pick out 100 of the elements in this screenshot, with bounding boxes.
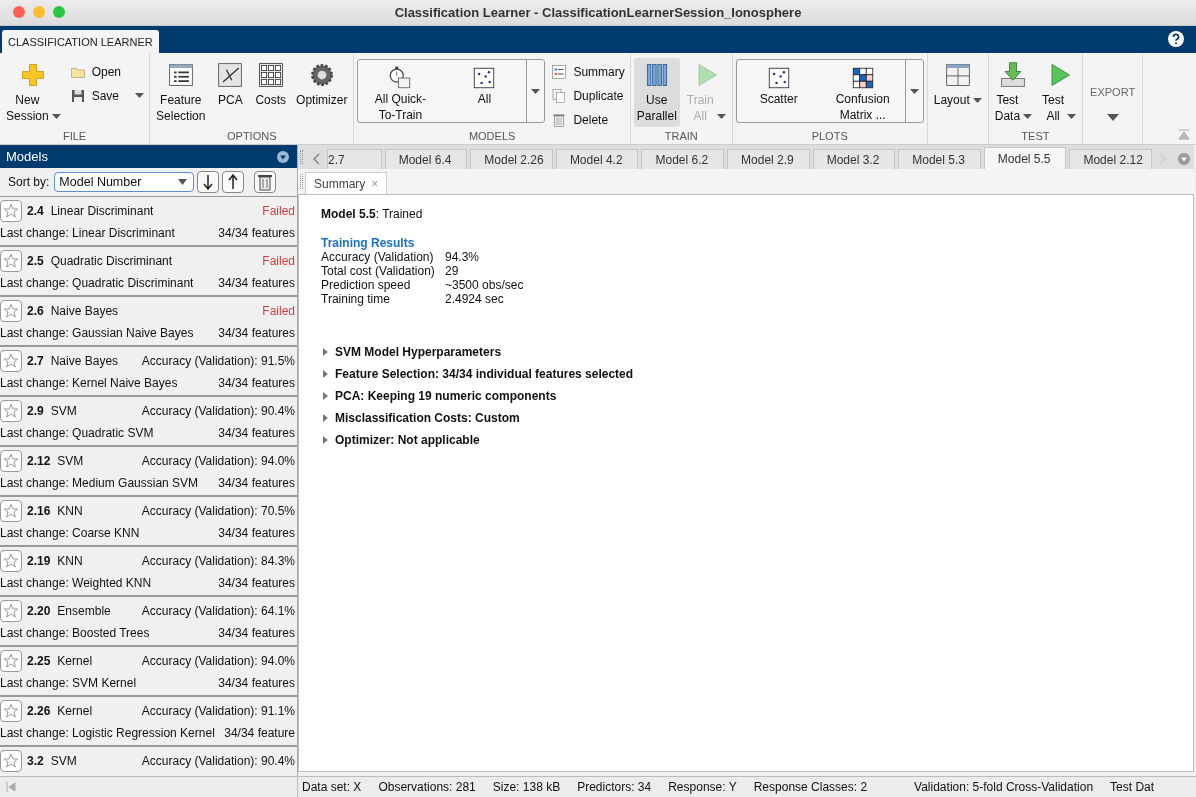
star-icon	[3, 353, 19, 369]
panel-menu-icon[interactable]	[277, 150, 289, 163]
model-status: Accuracy (Validation): 91.5%	[141, 354, 295, 368]
toolstrip-button[interactable]: Use Parallel	[633, 58, 680, 127]
star-button[interactable]	[0, 300, 22, 322]
export-menu[interactable]: EXPORT	[1086, 58, 1140, 121]
status-item: Data set: X	[302, 780, 362, 794]
first-page-icon[interactable]	[6, 782, 16, 792]
arrow-up-icon	[228, 174, 239, 190]
sort-descending-button[interactable]	[197, 171, 220, 193]
gallery-item[interactable]: All	[442, 60, 527, 122]
star-icon	[3, 203, 19, 219]
document-tab[interactable]: Model 5.3	[898, 149, 981, 169]
toolstrip-button[interactable]: New Session	[3, 58, 64, 127]
section-label: TEST	[1020, 130, 1051, 144]
model-list-item[interactable]: 2.19 KNN Accuracy (Validation): 84.3% Last change: Weighted KNN 34/34 features	[0, 547, 297, 597]
toolstrip-button[interactable]: Costs	[252, 58, 290, 126]
toolstrip-button[interactable]: Delete	[549, 110, 627, 129]
last-change: Last change: Logistic Regression Kernel	[0, 726, 215, 740]
toolstrip-button[interactable]: Optimizer	[293, 58, 351, 126]
star-button[interactable]	[0, 450, 22, 472]
feature-count: 34/34 features	[218, 326, 295, 340]
document-tab[interactable]: 2.7	[327, 149, 382, 169]
star-button[interactable]	[0, 500, 22, 522]
feature-count: 34/34 features	[218, 376, 295, 390]
collapse-icon[interactable]	[1178, 128, 1190, 140]
star-icon	[3, 753, 19, 769]
star-button[interactable]	[0, 700, 22, 722]
gallery-item[interactable]: Confusion Matrix ...	[820, 60, 905, 122]
triangle-icon	[321, 414, 329, 422]
toolstrip-button[interactable]: Save	[67, 86, 147, 105]
star-button[interactable]	[0, 400, 22, 422]
model-list-item[interactable]: 2.25 Kernel Accuracy (Validation): 94.0% Last change: SVM Kernel 34/34 features	[0, 647, 297, 697]
model-list-item[interactable]: 2.4 Linear Discriminant Failed Last change: Linear Discriminant 34/34 features	[0, 197, 297, 247]
delete-button[interactable]	[254, 171, 277, 193]
document-tab[interactable]: Model 3.2	[812, 149, 896, 169]
model-list-item[interactable]: 2.12 SVM Accuracy (Validation): 94.0% Last change: Medium Gaussian SVM 34/34 features	[0, 447, 297, 497]
section-label: PLOTS	[810, 130, 849, 144]
collapsible-section[interactable]: Optimizer: Not applicable	[321, 429, 1171, 451]
gallery-item[interactable]: Scatter	[736, 60, 821, 122]
toolstrip-button[interactable]: Test Data	[991, 58, 1036, 127]
toolstrip-button[interactable]: Test All	[1039, 58, 1080, 127]
model-number: 2.19	[27, 554, 51, 568]
model-list-item[interactable]: 2.6 Naive Bayes Failed Last change: Gaussian Naive Bayes 34/34 features	[0, 297, 297, 347]
triangle-icon	[321, 348, 329, 356]
star-button[interactable]	[0, 650, 22, 672]
ribbon-tab[interactable]: CLASSIFICATION LEARNER	[2, 30, 159, 53]
model-status: Accuracy (Validation): 84.3%	[141, 554, 295, 568]
model-list-item[interactable]: 2.9 SVM Accuracy (Validation): 90.4% Last change: Quadratic SVM 34/34 features	[0, 397, 297, 447]
close-button[interactable]	[13, 6, 25, 18]
document-tab[interactable]: Model 2.9	[727, 149, 810, 169]
toolstrip-button[interactable]: Layout	[930, 58, 985, 126]
model-list-item[interactable]: 2.7 Naive Bayes Accuracy (Validation): 91.5% Last change: Kernel Naive Bayes 34/34 features	[0, 347, 297, 397]
collapsible-section[interactable]: Misclassification Costs: Custom	[321, 407, 1171, 429]
sort-dropdown[interactable]: Model Number	[54, 172, 195, 192]
model-number: 2.7	[27, 354, 44, 368]
star-button[interactable]	[0, 350, 22, 372]
gallery-item[interactable]: All Quick-To-Train	[358, 60, 443, 122]
model-list-item[interactable]: 2.26 Kernel Accuracy (Validation): 91.1% Last change: Logistic Regression Kernel 34/34 feature	[0, 697, 297, 747]
toolstrip-button[interactable]: Summary	[549, 62, 627, 81]
download-icon	[999, 61, 1028, 89]
document-tab[interactable]: Model 5.5	[983, 147, 1067, 169]
model-type: SVM	[50, 754, 77, 768]
document-tab[interactable]: Model 6.2	[641, 149, 725, 169]
model-type: KNN	[57, 554, 83, 568]
star-button[interactable]	[0, 750, 22, 772]
summary-tab[interactable]: Summary ×	[305, 172, 388, 194]
star-icon	[3, 403, 19, 419]
toolstrip-button[interactable]: PCA	[212, 58, 249, 126]
star-button[interactable]	[0, 250, 22, 272]
document-tab[interactable]: Model 6.4	[384, 149, 468, 169]
model-number: 2.6	[27, 304, 44, 318]
model-list-item[interactable]: 2.16 KNN Accuracy (Validation): 70.5% Last change: Coarse KNN 34/34 features	[0, 497, 297, 547]
help-icon[interactable]	[1168, 31, 1184, 47]
feature-count: 34/34 features	[218, 526, 295, 540]
last-change: Last change: Linear Discriminant	[0, 226, 175, 240]
sort-ascending-button[interactable]	[222, 171, 245, 193]
collapsible-section[interactable]: PCA: Keeping 19 numeric components	[321, 385, 1171, 407]
toolstrip-button[interactable]: Feature Selection	[153, 58, 209, 127]
toolstrip-button[interactable]: Duplicate	[549, 86, 627, 105]
model-status: Failed	[262, 304, 295, 318]
feature-count: 34/34 features	[218, 476, 295, 490]
model-list-item[interactable]: 2.20 Ensemble Accuracy (Validation): 64.1% Last change: Boosted Trees 34/34 features	[0, 597, 297, 647]
document-tab[interactable]: Model 4.2	[555, 149, 639, 169]
status-item: Size: 138 kB	[492, 780, 561, 794]
model-list-item[interactable]: 2.5 Quadratic Discriminant Failed Last change: Quadratic Discriminant 34/34 features	[0, 247, 297, 297]
arrow-down-icon	[203, 174, 214, 190]
document-tab[interactable]: Model 2.26	[470, 149, 553, 169]
section-label: FILE	[61, 130, 88, 144]
model-number: 2.4	[27, 204, 44, 218]
last-change: Last change: SVM Kernel	[0, 676, 137, 690]
toolstrip-button[interactable]: Open	[67, 62, 147, 81]
triangle-icon	[321, 370, 329, 378]
zoom-button[interactable]	[53, 6, 65, 18]
collapsible-section[interactable]: Feature Selection: 34/34 individual features selected	[321, 363, 1171, 385]
star-button[interactable]	[0, 600, 22, 622]
star-button[interactable]	[0, 200, 22, 222]
star-button[interactable]	[0, 550, 22, 572]
collapsible-section[interactable]: SVM Model Hyperparameters	[321, 341, 1171, 363]
document-tab[interactable]: Model 2.12	[1069, 149, 1153, 169]
